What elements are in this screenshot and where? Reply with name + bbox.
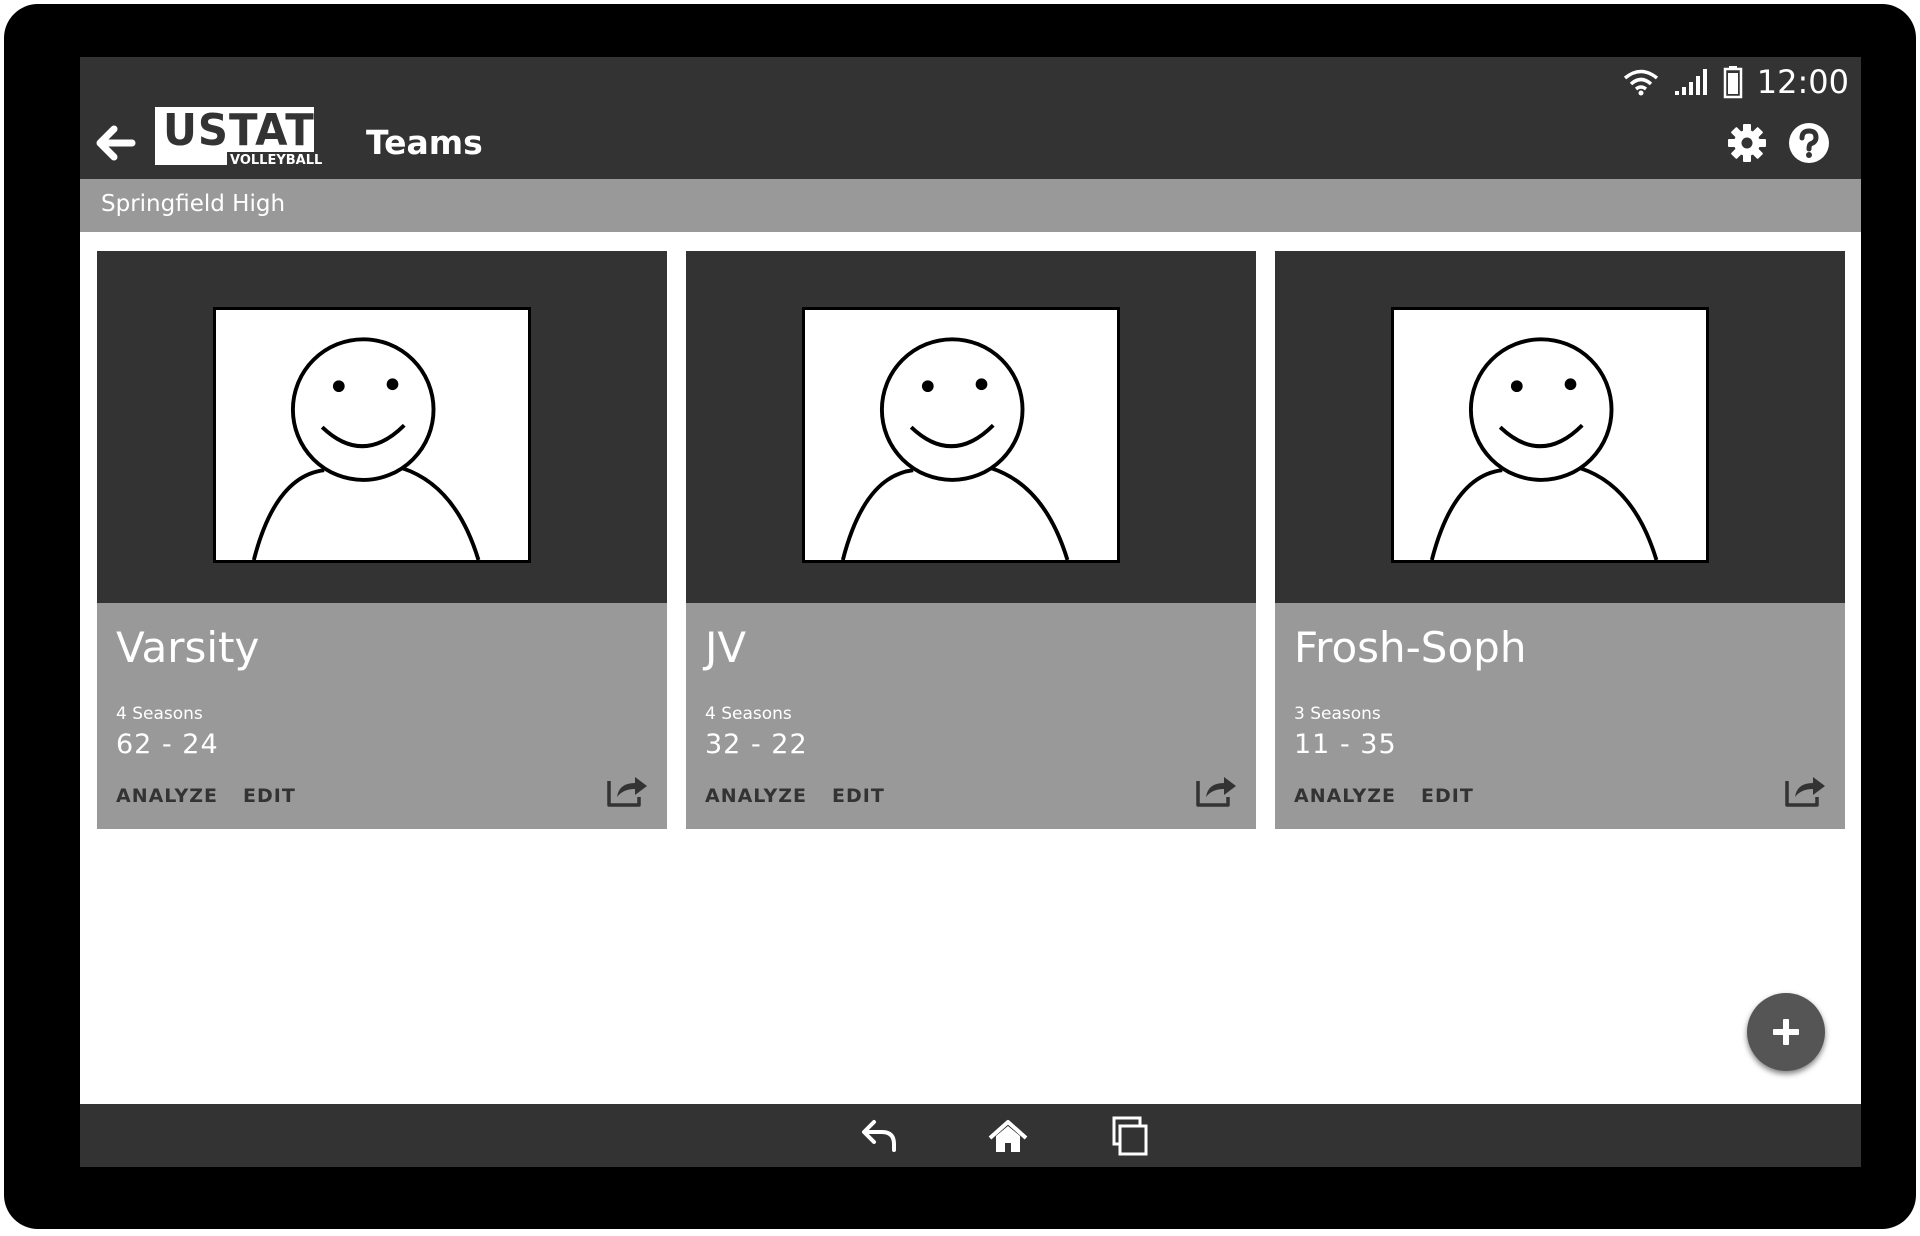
help-icon[interactable]	[1787, 121, 1831, 165]
team-cards: Varsity 4 Seasons 62 - 24 ANALYZE EDIT J…	[97, 251, 1845, 831]
status-bar: 12:00	[80, 57, 1861, 107]
person-placeholder-icon	[251, 337, 481, 560]
edit-button[interactable]: EDIT	[1421, 785, 1474, 807]
card-body: Varsity 4 Seasons 62 - 24 ANALYZE EDIT	[97, 603, 667, 829]
share-icon[interactable]	[1194, 769, 1238, 809]
team-name: Frosh-Soph	[1294, 623, 1527, 672]
card-body: Frosh-Soph 3 Seasons 11 - 35 ANALYZE EDI…	[1275, 603, 1845, 829]
team-photo-placeholder	[802, 307, 1120, 563]
person-placeholder-icon	[1429, 337, 1659, 560]
team-name: Varsity	[116, 623, 260, 672]
school-name: Springfield High	[101, 191, 286, 217]
wifi-icon	[1623, 69, 1658, 96]
edit-button[interactable]: EDIT	[243, 785, 296, 807]
team-seasons: 3 Seasons	[1294, 704, 1381, 724]
card-body: JV 4 Seasons 32 - 22 ANALYZE EDIT	[686, 603, 1256, 829]
team-name: JV	[705, 623, 747, 672]
team-seasons: 4 Seasons	[116, 704, 203, 724]
card-image-area	[97, 251, 667, 603]
team-card-frosh-soph[interactable]: Frosh-Soph 3 Seasons 11 - 35 ANALYZE EDI…	[1275, 251, 1845, 829]
status-icons: 12:00	[1623, 62, 1849, 102]
team-photo-placeholder	[1391, 307, 1709, 563]
analyze-button[interactable]: ANALYZE	[1294, 785, 1396, 807]
system-nav-bar	[80, 1104, 1861, 1167]
home-icon[interactable]	[986, 1114, 1030, 1158]
recent-apps-icon[interactable]	[1108, 1114, 1152, 1158]
status-time: 12:00	[1756, 63, 1849, 101]
team-record: 62 - 24	[116, 729, 219, 760]
battery-icon	[1723, 66, 1743, 99]
gear-icon[interactable]	[1725, 121, 1769, 165]
edit-button[interactable]: EDIT	[832, 785, 885, 807]
analyze-button[interactable]: ANALYZE	[116, 785, 218, 807]
team-card-jv[interactable]: JV 4 Seasons 32 - 22 ANALYZE EDIT	[686, 251, 1256, 829]
page-title: Teams	[366, 123, 483, 162]
team-record: 11 - 35	[1294, 729, 1397, 760]
share-icon[interactable]	[1783, 769, 1827, 809]
app-bar: USTAT VOLLEYBALL Teams	[80, 105, 1861, 179]
ustat-logo: USTAT VOLLEYBALL	[155, 105, 327, 171]
signal-icon	[1674, 69, 1707, 95]
logo-subtext: VOLLEYBALL	[227, 152, 326, 169]
back-arrow-icon[interactable]	[92, 119, 140, 167]
logo-text: USTAT	[163, 105, 315, 156]
school-subheader: Springfield High	[80, 179, 1861, 232]
analyze-button[interactable]: ANALYZE	[705, 785, 807, 807]
team-card-varsity[interactable]: Varsity 4 Seasons 62 - 24 ANALYZE EDIT	[97, 251, 667, 829]
add-team-button[interactable]	[1747, 993, 1825, 1071]
plus-icon	[1773, 1019, 1799, 1045]
nav-back-icon[interactable]	[858, 1114, 902, 1158]
team-seasons: 4 Seasons	[705, 704, 792, 724]
team-photo-placeholder	[213, 307, 531, 563]
share-icon[interactable]	[605, 769, 649, 809]
screen: 12:00 USTAT VOLLEYBALL Teams Springfield…	[80, 57, 1861, 1167]
tablet-frame: 12:00 USTAT VOLLEYBALL Teams Springfield…	[4, 4, 1916, 1229]
person-placeholder-icon	[840, 337, 1070, 560]
card-image-area	[1275, 251, 1845, 603]
card-image-area	[686, 251, 1256, 603]
team-record: 32 - 22	[705, 729, 808, 760]
